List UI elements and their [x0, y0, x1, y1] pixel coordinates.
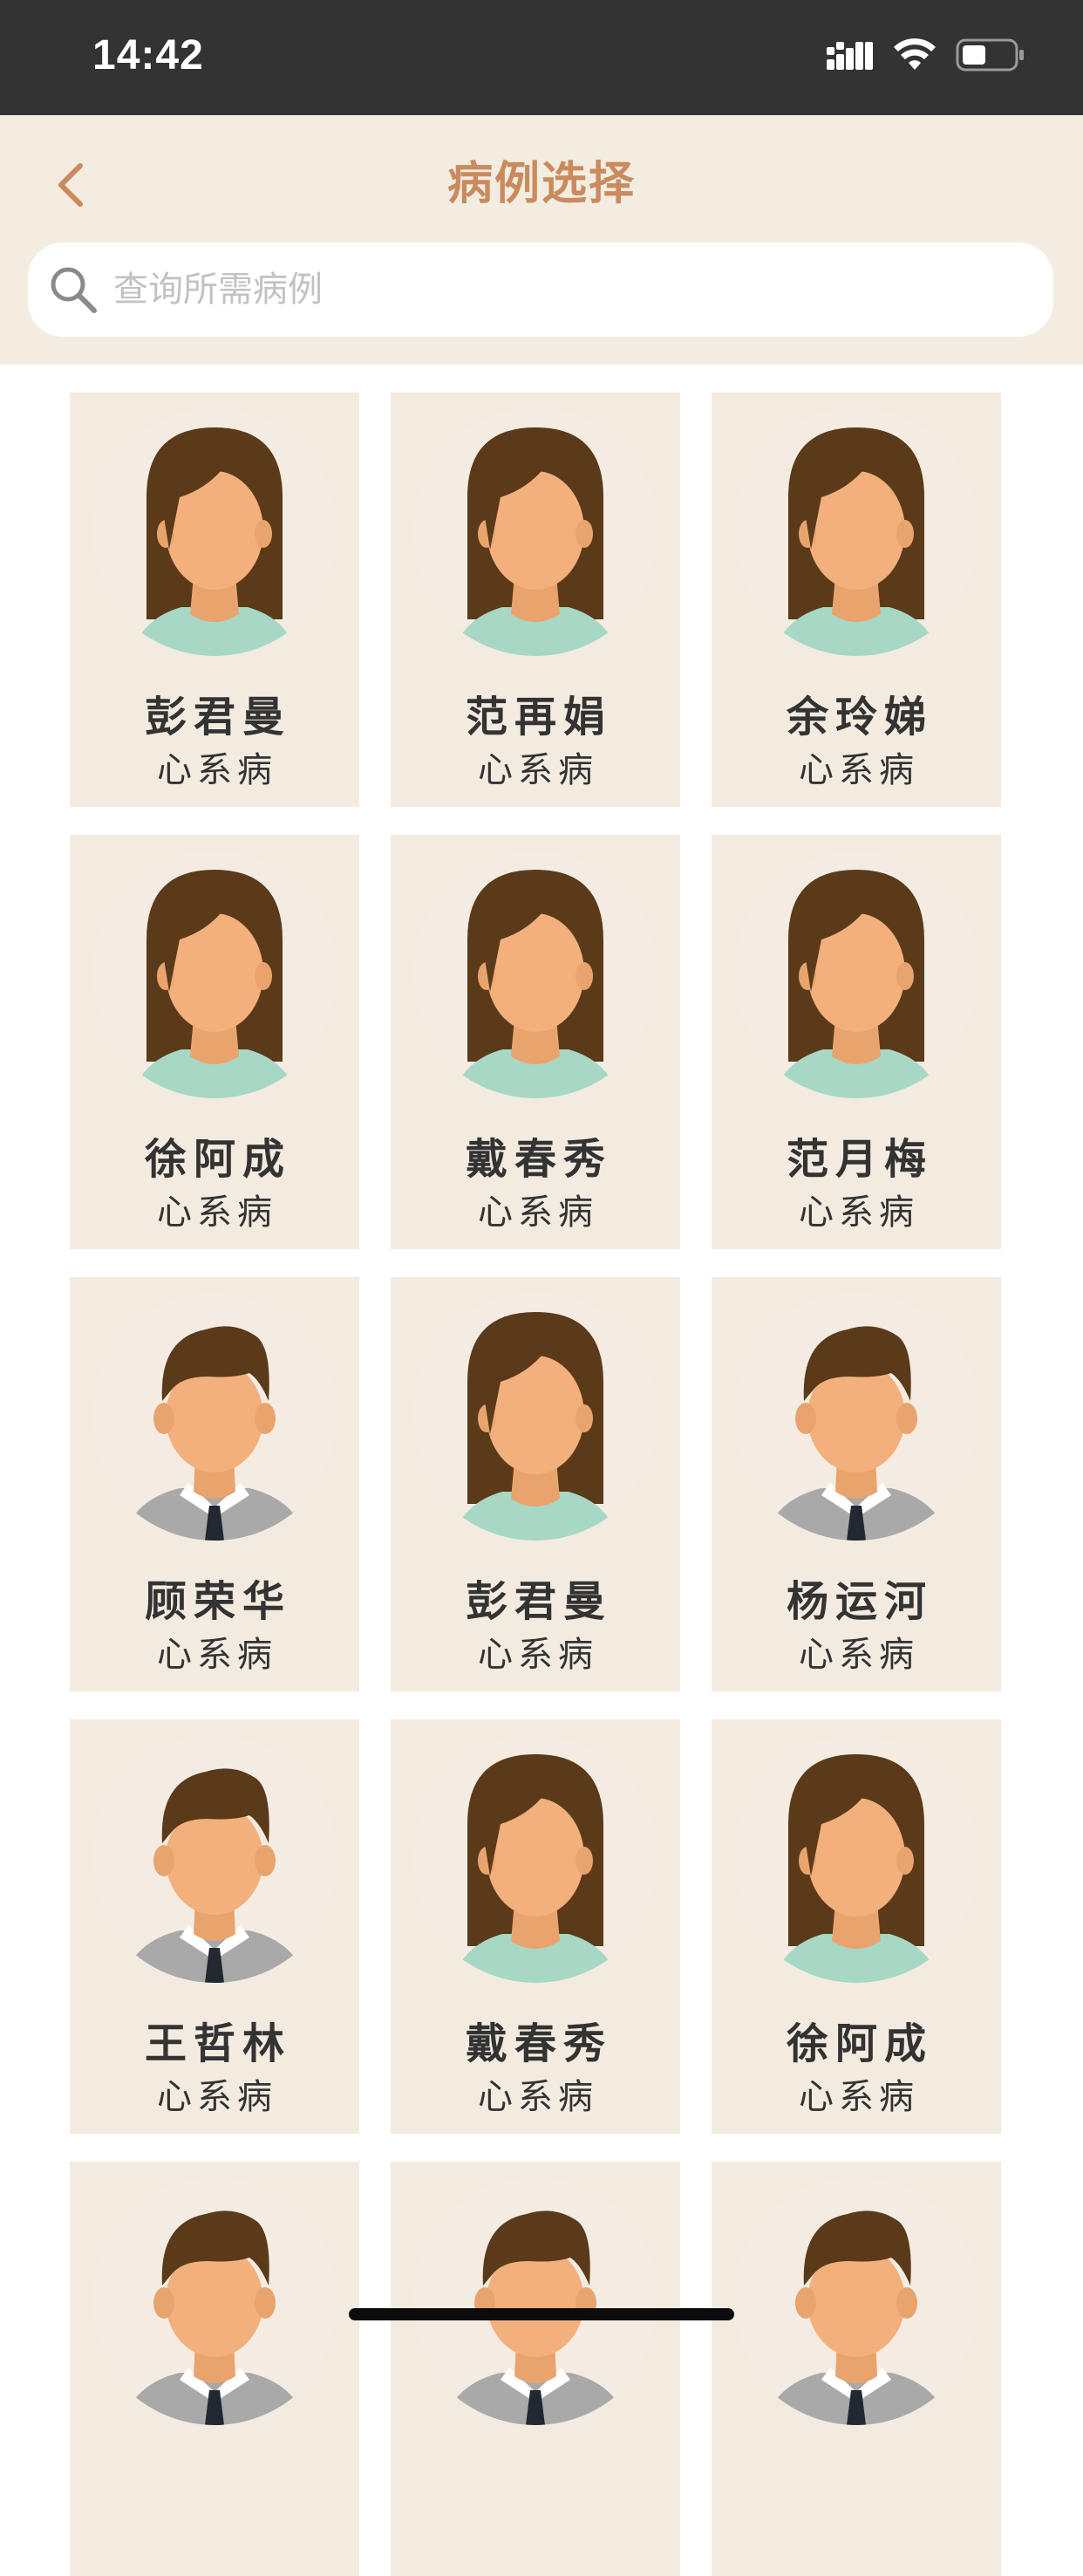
- female-avatar-icon: [413, 1735, 657, 1983]
- case-card[interactable]: 徐阿成 心系病: [712, 1719, 1001, 2134]
- case-type: 心系病: [799, 2077, 919, 2117]
- case-name: 范再娟: [465, 693, 612, 741]
- status-icons: [827, 38, 1025, 75]
- search-icon: [51, 267, 97, 313]
- case-name: 徐阿成: [144, 1135, 291, 1184]
- status-time: 14:42: [92, 32, 204, 79]
- case-name: 余玲娣: [786, 693, 933, 741]
- case-name: 顾荣华: [144, 1577, 291, 1626]
- case-type: 心系病: [478, 1635, 598, 1675]
- case-type: 心系病: [157, 1192, 277, 1233]
- case-name: 范月梅: [786, 1135, 933, 1184]
- female-avatar-icon: [413, 408, 657, 656]
- wifi-icon: [893, 38, 937, 75]
- case-type: 心系病: [478, 750, 598, 790]
- case-card[interactable]: 范再娟 心系病: [391, 393, 680, 807]
- case-card[interactable]: 杨运河 心系病: [712, 1277, 1001, 1691]
- case-card[interactable]: 余玲娣 心系病: [712, 393, 1001, 807]
- case-card[interactable]: 彭君曼 心系病: [70, 393, 359, 807]
- male-avatar-icon: [92, 1293, 337, 1541]
- case-type: 心系病: [799, 750, 919, 790]
- case-card[interactable]: [712, 2162, 1001, 2576]
- case-type: 心系病: [157, 2077, 277, 2117]
- case-type: 心系病: [478, 2077, 598, 2117]
- male-avatar-icon: [92, 2177, 337, 2425]
- female-avatar-icon: [734, 1735, 978, 1983]
- home-indicator: [349, 2308, 734, 2320]
- male-avatar-icon: [734, 2177, 978, 2425]
- case-name: 戴春秀: [465, 1135, 612, 1184]
- case-card[interactable]: 戴春秀 心系病: [391, 1719, 680, 2134]
- male-avatar-icon: [734, 1293, 978, 1541]
- female-avatar-icon: [92, 408, 337, 656]
- male-avatar-icon: [92, 1735, 337, 1983]
- case-name: 徐阿成: [786, 2019, 933, 2068]
- case-name: 王哲林: [144, 2019, 291, 2068]
- search-bar[interactable]: [28, 243, 1053, 337]
- case-card[interactable]: 顾荣华 心系病: [70, 1277, 359, 1691]
- female-avatar-icon: [413, 851, 657, 1098]
- case-card[interactable]: 王哲林 心系病: [70, 1719, 359, 2134]
- status-bar: 14:42: [0, 0, 1083, 115]
- case-card[interactable]: 戴春秀 心系病: [391, 835, 680, 1249]
- case-card[interactable]: 彭君曼 心系病: [391, 1277, 680, 1691]
- case-card[interactable]: 徐阿成 心系病: [70, 835, 359, 1249]
- case-type: 心系病: [157, 1635, 277, 1675]
- male-avatar-icon: [413, 2177, 657, 2425]
- case-name: 彭君曼: [144, 693, 291, 741]
- case-card[interactable]: [391, 2162, 680, 2576]
- female-avatar-icon: [734, 851, 978, 1098]
- female-avatar-icon: [734, 408, 978, 656]
- case-name: 戴春秀: [465, 2019, 612, 2068]
- case-type: 心系病: [478, 1192, 598, 1233]
- case-type: 心系病: [799, 1635, 919, 1675]
- case-name: 杨运河: [786, 1577, 933, 1626]
- case-type: 心系病: [799, 1192, 919, 1233]
- cellular-signal-icon: [827, 40, 874, 73]
- case-card[interactable]: 范月梅 心系病: [712, 835, 1001, 1249]
- page-title: 病例选择: [446, 158, 636, 210]
- search-input[interactable]: [112, 269, 987, 311]
- female-avatar-icon: [413, 1293, 657, 1541]
- battery-icon: [956, 38, 1025, 75]
- female-avatar-icon: [92, 851, 337, 1098]
- case-name: 彭君曼: [465, 1577, 612, 1626]
- header: 病例选择: [0, 115, 1083, 365]
- case-grid: 彭君曼 心系病 范再娟 心系病 余玲娣 心系病 徐阿成 心系病 戴春秀 心系病 …: [70, 393, 1003, 2576]
- case-card[interactable]: [70, 2162, 359, 2576]
- case-type: 心系病: [157, 750, 277, 790]
